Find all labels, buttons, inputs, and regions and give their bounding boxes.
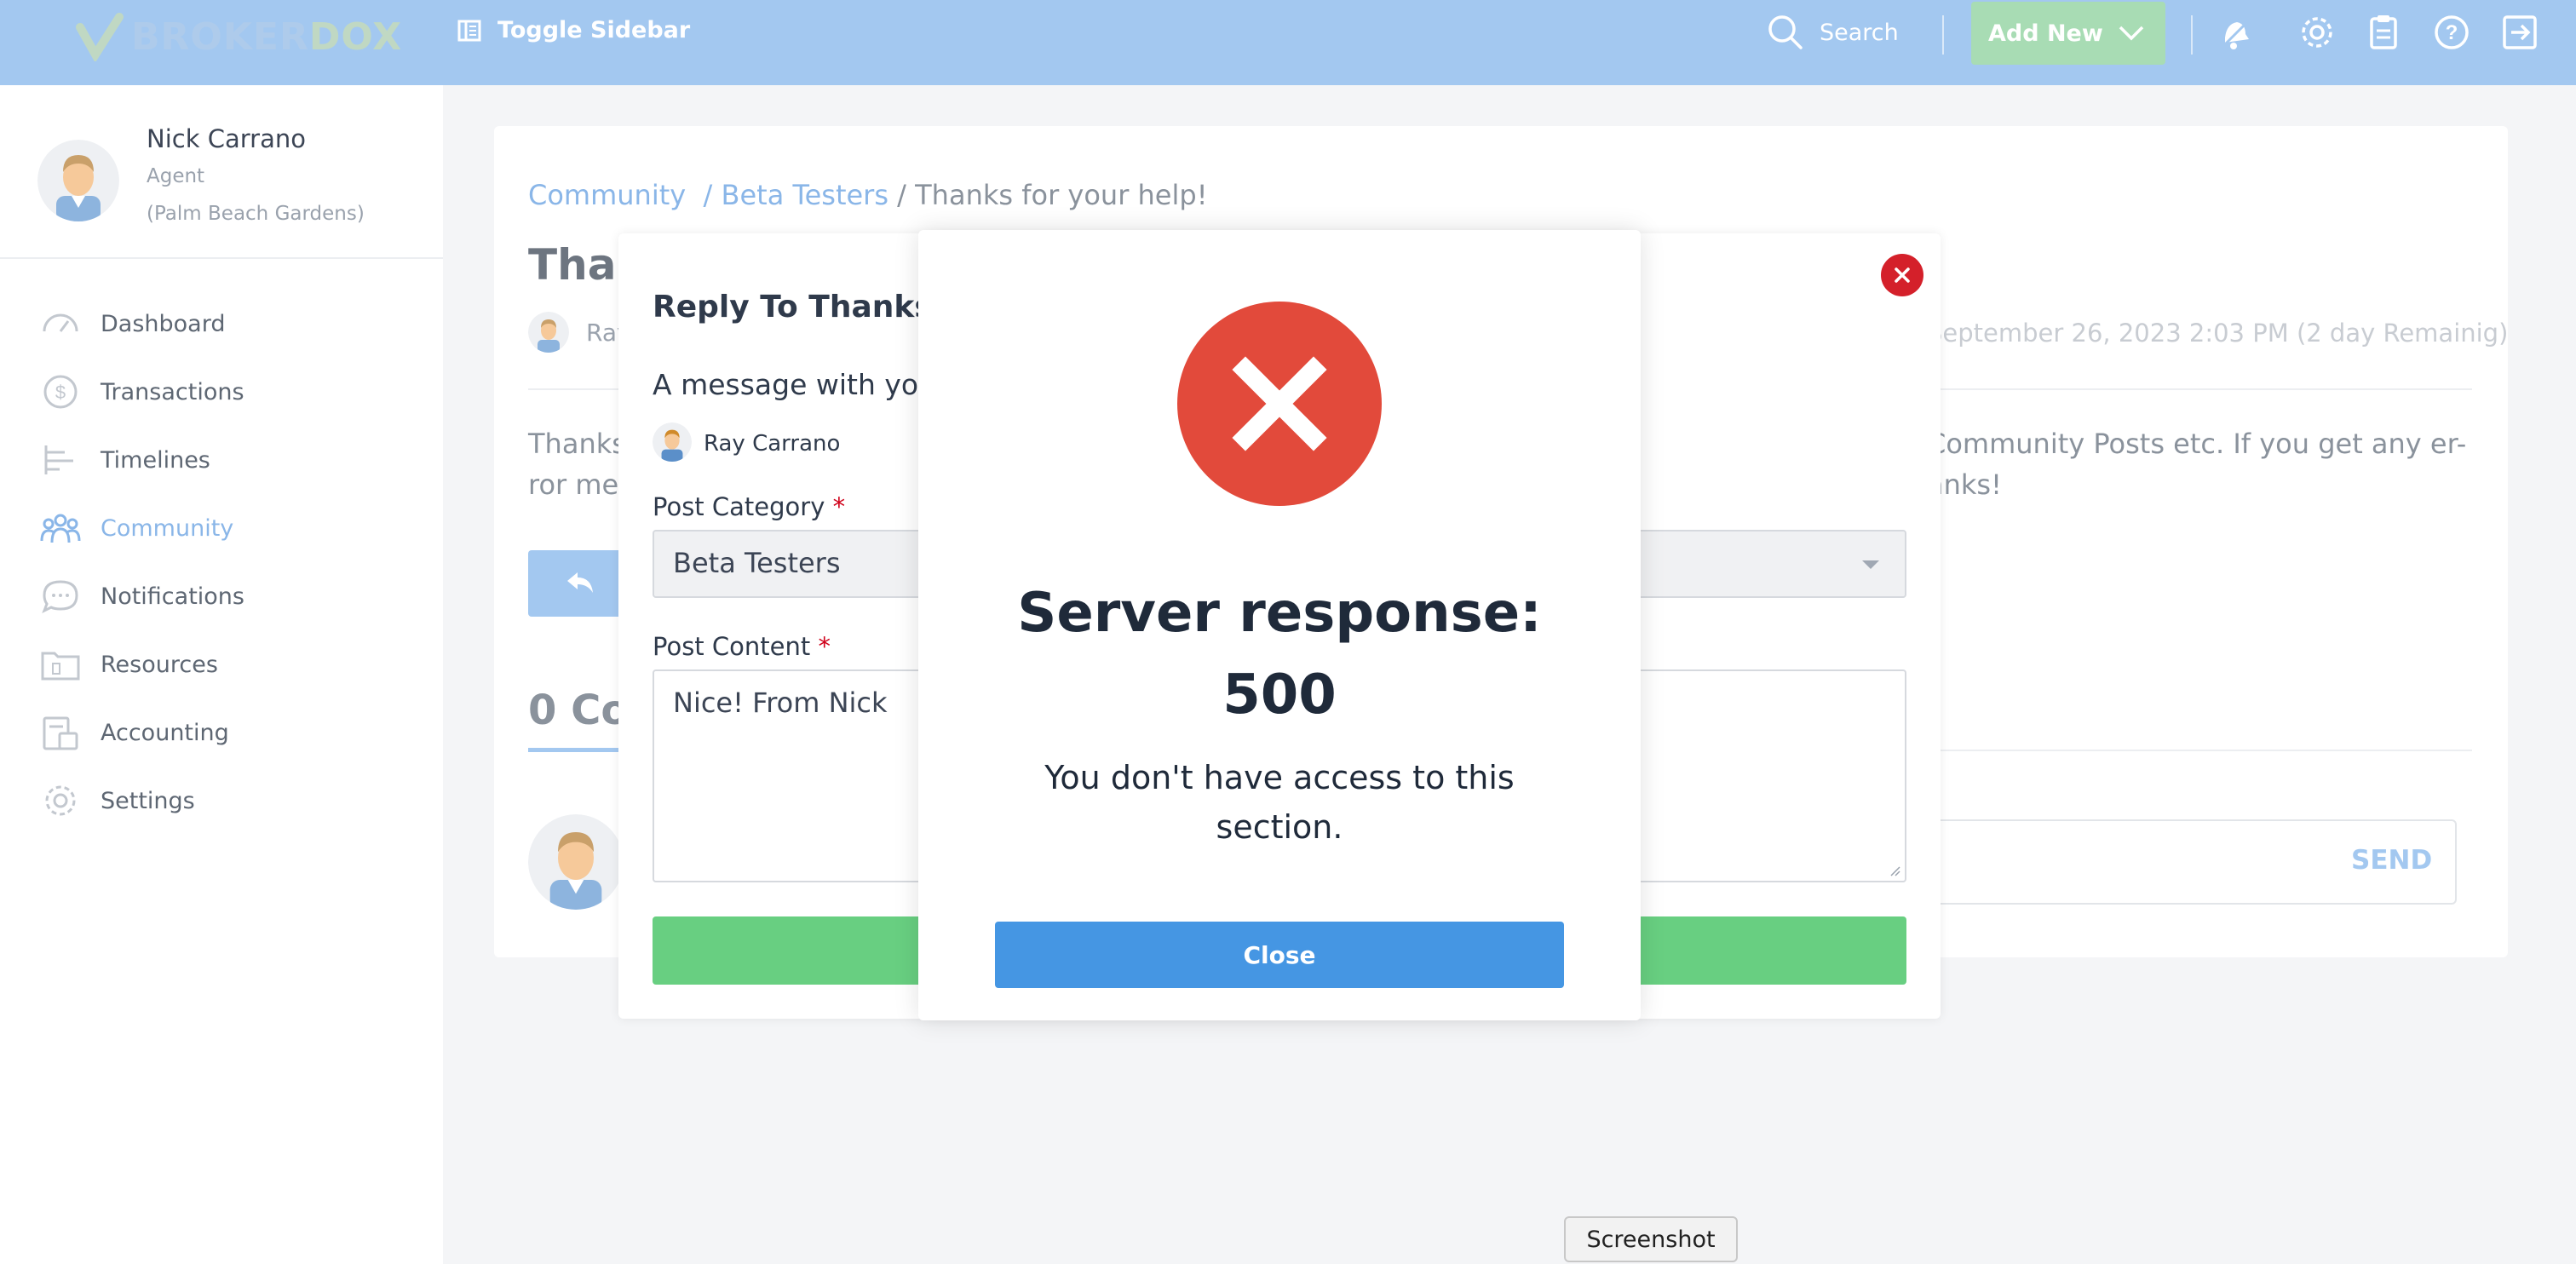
sidebar-item-dashboard[interactable]: Dashboard <box>0 290 443 358</box>
add-new-label: Add New <box>1988 20 2103 47</box>
breadcrumb-community-link[interactable]: Community <box>528 179 686 211</box>
profile-name: Nick Carrano <box>147 124 306 153</box>
sidebar-item-label: Resources <box>101 651 218 678</box>
divider <box>1942 15 1944 55</box>
reply-user-name: Ray Carrano <box>704 431 841 457</box>
post-content-label: Post Content * <box>653 632 831 661</box>
send-button[interactable]: SEND <box>2351 845 2432 876</box>
sidebar-nav: Dashboard $ Transactions Timelines Commu… <box>0 290 443 835</box>
sidebar-item-accounting[interactable]: Accounting <box>0 698 443 767</box>
logo-text: BROKERDOX <box>131 14 403 59</box>
sidebar-item-resources[interactable]: Resources <box>0 630 443 698</box>
resize-handle-icon[interactable] <box>1888 864 1901 877</box>
breadcrumb-current: / Thanks for your help! <box>897 179 1208 211</box>
folder-icon <box>41 652 80 681</box>
sidebar-icon <box>457 20 481 41</box>
sidebar-item-label: Notifications <box>101 583 244 610</box>
search-label: Search <box>1820 19 1899 46</box>
comments-heading: 0 Co <box>528 687 630 734</box>
screenshot-tooltip: Screenshot <box>1564 1216 1738 1262</box>
comments-tab-underline <box>528 748 630 752</box>
reply-button[interactable] <box>528 550 630 617</box>
sidebar-item-label: Dashboard <box>101 310 226 337</box>
calculator-icon <box>43 716 78 750</box>
sidebar-item-community[interactable]: Community <box>0 494 443 562</box>
post-author-avatar <box>528 312 569 353</box>
timeline-icon <box>44 445 73 474</box>
divider <box>2191 15 2193 55</box>
toggle-sidebar-button[interactable]: Toggle Sidebar <box>457 17 690 43</box>
sidebar-item-label: Community <box>101 514 234 542</box>
breadcrumb-beta-testers-link[interactable]: / Beta Testers <box>704 179 888 211</box>
sidebar: Nick Carrano Agent (Palm Beach Gardens) … <box>0 85 443 1264</box>
logo-check-icon <box>76 13 124 61</box>
caret-down-icon <box>1862 560 1879 569</box>
dollar-icon: $ <box>43 375 78 409</box>
svg-text:?: ? <box>2446 21 2458 44</box>
toggle-sidebar-label: Toggle Sidebar <box>497 17 691 43</box>
help-icon[interactable]: ? <box>2431 12 2472 53</box>
search-button[interactable]: Search <box>1767 14 1899 51</box>
post-category-value: Beta Testers <box>673 547 841 579</box>
post-body-line: Community Posts etc. If you get any er- <box>1927 428 2467 460</box>
post-content-value: Nice! From Nick <box>673 687 888 719</box>
gear-icon[interactable] <box>2297 12 2337 53</box>
sidebar-item-label: Timelines <box>101 446 210 474</box>
profile-role: Agent <box>147 165 205 187</box>
close-icon <box>1895 267 1910 283</box>
svg-text:$: $ <box>55 382 66 403</box>
sidebar-item-transactions[interactable]: $ Transactions <box>0 358 443 426</box>
search-icon <box>1768 15 1803 49</box>
error-title: Server response: 500 <box>1017 582 1542 727</box>
top-bar: BROKERDOX Toggle Sidebar Search Add New <box>0 0 2576 85</box>
sidebar-item-timelines[interactable]: Timelines <box>0 426 443 494</box>
post-date: September 26, 2023 2:03 PM (2 day Remain… <box>1927 319 2509 348</box>
error-icon <box>1177 302 1382 506</box>
chevron-down-icon <box>2119 26 2144 41</box>
clipboard-icon[interactable] <box>2363 12 2404 53</box>
avatar <box>37 140 119 221</box>
chat-bubble-icon <box>42 580 78 614</box>
gear-icon <box>45 785 76 816</box>
sidebar-item-label: Settings <box>101 787 195 814</box>
profile-location: (Palm Beach Gardens) <box>147 203 365 225</box>
reply-modal-title: Reply To Thanks f <box>653 290 957 325</box>
reply-modal-subtitle: A message with you <box>653 368 936 401</box>
reply-user-avatar <box>653 422 692 462</box>
breadcrumb: Community / Beta Testers / Thanks for yo… <box>528 179 1208 211</box>
post-category-label: Post Category * <box>653 492 846 521</box>
error-message: You don't have access to this section. <box>1044 759 1515 846</box>
sidebar-item-settings[interactable]: Settings <box>0 767 443 835</box>
brokerdox-logo[interactable]: BROKERDOX <box>75 12 402 61</box>
sidebar-item-label: Transactions <box>101 378 244 405</box>
add-new-button[interactable]: Add New <box>1971 2 2165 65</box>
post-body-line: ror me <box>528 468 619 501</box>
reply-icon <box>567 572 593 593</box>
comment-avatar <box>528 814 624 910</box>
gauge-icon <box>43 313 78 332</box>
people-icon <box>40 514 81 543</box>
close-modal-button[interactable] <box>1881 254 1923 296</box>
sidebar-item-notifications[interactable]: Notifications <box>0 562 443 630</box>
close-button[interactable]: Close <box>995 922 1564 988</box>
post-body-line: Thanks <box>528 428 626 460</box>
bell-icon[interactable] <box>2215 12 2256 53</box>
profile-panel[interactable]: Nick Carrano Agent (Palm Beach Gardens) <box>0 85 443 259</box>
sidebar-item-label: Accounting <box>101 719 229 746</box>
logout-icon[interactable] <box>2499 12 2540 53</box>
